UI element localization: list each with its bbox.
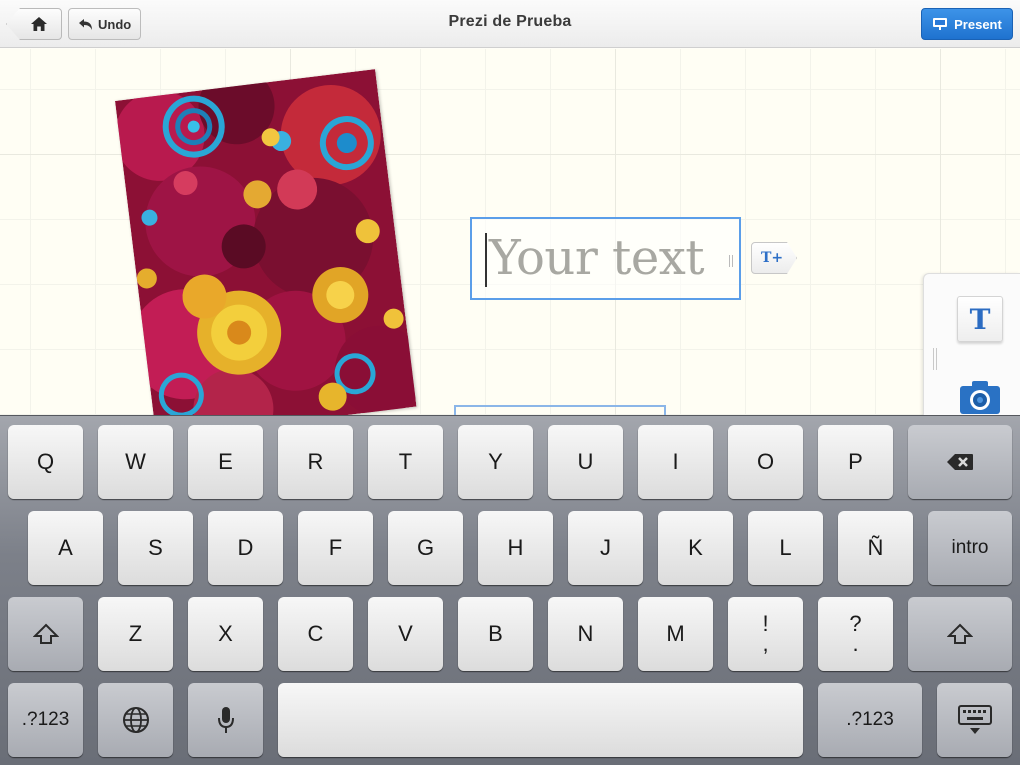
key-e[interactable]: E — [188, 425, 263, 499]
inserted-image[interactable] — [115, 69, 417, 415]
key-exclaim-comma[interactable]: ! , — [728, 597, 803, 671]
key-j[interactable]: J — [568, 511, 643, 585]
floral-pattern-image — [115, 69, 417, 415]
backspace-icon — [947, 454, 973, 470]
key-c[interactable]: C — [278, 597, 353, 671]
microphone-icon — [217, 707, 234, 733]
undo-label: Undo — [98, 16, 132, 32]
key-m[interactable]: M — [638, 597, 713, 671]
presentation-title: Prezi de Prueba — [448, 13, 572, 30]
present-label: Present — [954, 16, 1002, 32]
key-o[interactable]: O — [728, 425, 803, 499]
selection-frame — [454, 405, 666, 415]
key-s[interactable]: S — [118, 511, 193, 585]
text-box-resize-handle[interactable] — [729, 255, 733, 267]
key-p[interactable]: P — [818, 425, 893, 499]
key-question-period[interactable]: ? . — [818, 597, 893, 671]
key-exclaim-bottom: , — [762, 631, 769, 656]
home-button[interactable] — [6, 8, 62, 40]
dictation-key[interactable] — [188, 683, 263, 757]
hide-keyboard-icon — [957, 705, 992, 734]
text-tool-icon: T — [969, 302, 991, 336]
return-key[interactable]: intro — [928, 511, 1012, 585]
key-question-bottom: . — [852, 631, 859, 656]
key-a[interactable]: A — [28, 511, 103, 585]
backspace-key[interactable] — [908, 425, 1012, 499]
key-t[interactable]: T — [368, 425, 443, 499]
shift-key-left[interactable] — [8, 597, 83, 671]
key-z[interactable]: Z — [98, 597, 173, 671]
shift-icon — [32, 623, 59, 644]
key-v[interactable]: V — [368, 597, 443, 671]
undo-button[interactable]: Undo — [68, 8, 141, 40]
hide-keyboard-key[interactable] — [937, 683, 1012, 757]
key-h[interactable]: H — [478, 511, 553, 585]
key-u[interactable]: U — [548, 425, 623, 499]
key-n[interactable]: N — [548, 597, 623, 671]
key-n-tilde[interactable]: Ñ — [838, 511, 913, 585]
key-x[interactable]: X — [188, 597, 263, 671]
globe-icon — [122, 707, 149, 733]
globe-key[interactable] — [98, 683, 173, 757]
numbers-key-left[interactable]: .?123 — [8, 683, 83, 757]
key-y[interactable]: Y — [458, 425, 533, 499]
top-toolbar: Undo Prezi de Prueba Present — [0, 0, 1020, 48]
text-tool-button[interactable]: T — [957, 296, 1003, 342]
key-g[interactable]: G — [388, 511, 463, 585]
key-f[interactable]: F — [298, 511, 373, 585]
key-b[interactable]: B — [458, 597, 533, 671]
key-r[interactable]: R — [278, 425, 353, 499]
add-text-button[interactable]: T+ — [751, 242, 797, 274]
shift-icon — [947, 623, 973, 644]
text-box-placeholder: Your text — [489, 230, 705, 286]
space-bar[interactable] — [278, 683, 803, 757]
key-k[interactable]: K — [658, 511, 733, 585]
present-button[interactable]: Present — [921, 8, 1013, 40]
camera-icon[interactable] — [958, 378, 1002, 415]
key-i[interactable]: I — [638, 425, 713, 499]
key-q[interactable]: Q — [8, 425, 83, 499]
undo-arrow-icon — [79, 18, 92, 30]
text-cursor — [485, 233, 487, 287]
key-l[interactable]: L — [748, 511, 823, 585]
prezi-canvas[interactable]: Your text T+ T — [0, 49, 1020, 415]
key-d[interactable]: D — [208, 511, 283, 585]
tool-palette: T — [923, 273, 1020, 415]
shift-key-right[interactable] — [908, 597, 1012, 671]
onscreen-keyboard: Q W E R T Y U I O P A S D F G H J K L Ñ … — [0, 415, 1020, 765]
key-w[interactable]: W — [98, 425, 173, 499]
palette-handle[interactable] — [933, 348, 937, 370]
home-icon — [31, 17, 47, 31]
numbers-key-right[interactable]: .?123 — [818, 683, 922, 757]
text-box[interactable]: Your text — [470, 217, 741, 300]
present-screen-icon — [933, 18, 948, 30]
